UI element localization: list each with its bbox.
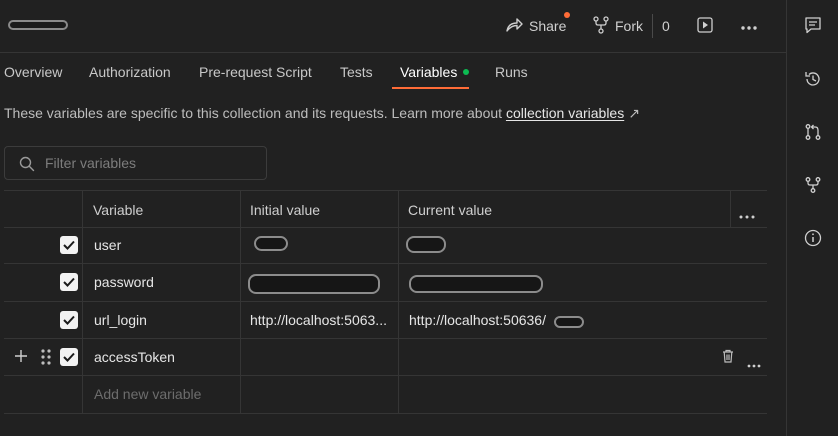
- row-divider: [4, 338, 767, 339]
- tab-overview[interactable]: Overview: [4, 64, 62, 80]
- share-button[interactable]: Share: [505, 14, 566, 38]
- forks-icon[interactable]: [802, 174, 824, 196]
- add-new-variable-input[interactable]: Add new variable: [94, 386, 201, 402]
- initial-value[interactable]: http://localhost:5063...: [250, 312, 387, 328]
- history-icon[interactable]: [802, 68, 824, 90]
- collection-title-redacted[interactable]: [8, 18, 70, 32]
- redaction-mark: [8, 20, 68, 30]
- column-divider: [730, 190, 731, 227]
- row-enabled-checkbox[interactable]: [60, 273, 78, 291]
- tab-bar: Overview Authorization Pre-request Scrip…: [0, 53, 786, 91]
- column-divider: [240, 190, 241, 414]
- external-link-icon: ↗: [628, 105, 640, 121]
- search-icon: [19, 156, 35, 175]
- right-sidebar: [786, 0, 838, 436]
- variable-name[interactable]: password: [94, 274, 154, 290]
- description-text: These variables are specific to this col…: [4, 105, 506, 121]
- run-button[interactable]: [697, 14, 713, 38]
- active-tab-indicator: [392, 87, 469, 89]
- collection-variables-link[interactable]: collection variables: [506, 105, 624, 121]
- tab-variables-label: Variables: [400, 64, 458, 80]
- tab-pre-request-script[interactable]: Pre-request Script: [199, 64, 312, 80]
- check-icon: [63, 352, 75, 362]
- comments-icon[interactable]: [802, 14, 824, 36]
- row-enabled-checkbox[interactable]: [60, 236, 78, 254]
- more-dots-icon: [740, 18, 758, 34]
- tab-authorization[interactable]: Authorization: [89, 64, 171, 80]
- header-variable: Variable: [93, 202, 144, 218]
- redaction-mark: [409, 275, 543, 293]
- current-value[interactable]: http://localhost:50636/: [409, 312, 546, 328]
- check-icon: [63, 315, 75, 325]
- info-icon[interactable]: [802, 227, 824, 249]
- redaction-mark: [248, 274, 380, 294]
- row-divider: [4, 375, 767, 376]
- variables-description: These variables are specific to this col…: [4, 105, 640, 122]
- fork-divider: [652, 14, 653, 38]
- row-divider: [4, 301, 767, 302]
- column-divider: [398, 190, 399, 414]
- run-play-icon: [697, 16, 713, 36]
- pull-request-icon[interactable]: [802, 121, 824, 143]
- share-label: Share: [529, 18, 567, 34]
- fork-label: Fork: [615, 18, 643, 34]
- tab-runs[interactable]: Runs: [495, 64, 528, 80]
- redaction-mark: [254, 236, 288, 251]
- collection-panel: Share Fork 0 Overview Authorization Pre-…: [0, 0, 786, 436]
- filter-placeholder: Filter variables: [45, 155, 137, 171]
- row-enabled-checkbox[interactable]: [60, 311, 78, 329]
- tab-variables[interactable]: Variables: [400, 64, 470, 80]
- unsaved-changes-dot: [463, 69, 470, 76]
- column-divider: [82, 190, 83, 414]
- tab-tests[interactable]: Tests: [340, 64, 373, 80]
- redaction-mark: [406, 236, 446, 253]
- redaction-mark: [554, 316, 584, 328]
- variable-name[interactable]: url_login: [94, 312, 147, 328]
- variable-name[interactable]: user: [94, 237, 121, 253]
- share-arrow-icon: [505, 17, 523, 36]
- variable-name[interactable]: accessToken: [94, 349, 175, 365]
- collection-header: Share Fork 0: [0, 0, 786, 53]
- fork-button[interactable]: Fork: [593, 14, 643, 38]
- row-divider: [4, 227, 767, 228]
- header-current-value: Current value: [408, 202, 493, 218]
- table-border-top: [4, 190, 767, 191]
- row-divider: [4, 263, 767, 264]
- check-icon: [63, 240, 75, 250]
- row-enabled-checkbox[interactable]: [60, 348, 78, 366]
- column-options-icon[interactable]: [739, 206, 755, 222]
- variables-table: Variable Initial value Current value use…: [4, 190, 767, 414]
- more-actions-button[interactable]: [740, 14, 758, 38]
- fork-icon: [593, 15, 609, 37]
- filter-variables-input[interactable]: Filter variables: [4, 146, 267, 180]
- header-initial-value: Initial value: [250, 202, 321, 218]
- drag-handle-icon[interactable]: [41, 349, 51, 368]
- share-notification-dot: [564, 12, 570, 18]
- delete-row-icon[interactable]: [722, 349, 734, 366]
- fork-count[interactable]: 0: [662, 14, 670, 38]
- row-more-icon[interactable]: [747, 355, 761, 371]
- add-row-icon[interactable]: [14, 349, 28, 366]
- check-icon: [63, 277, 75, 287]
- table-border-bottom: [4, 413, 767, 414]
